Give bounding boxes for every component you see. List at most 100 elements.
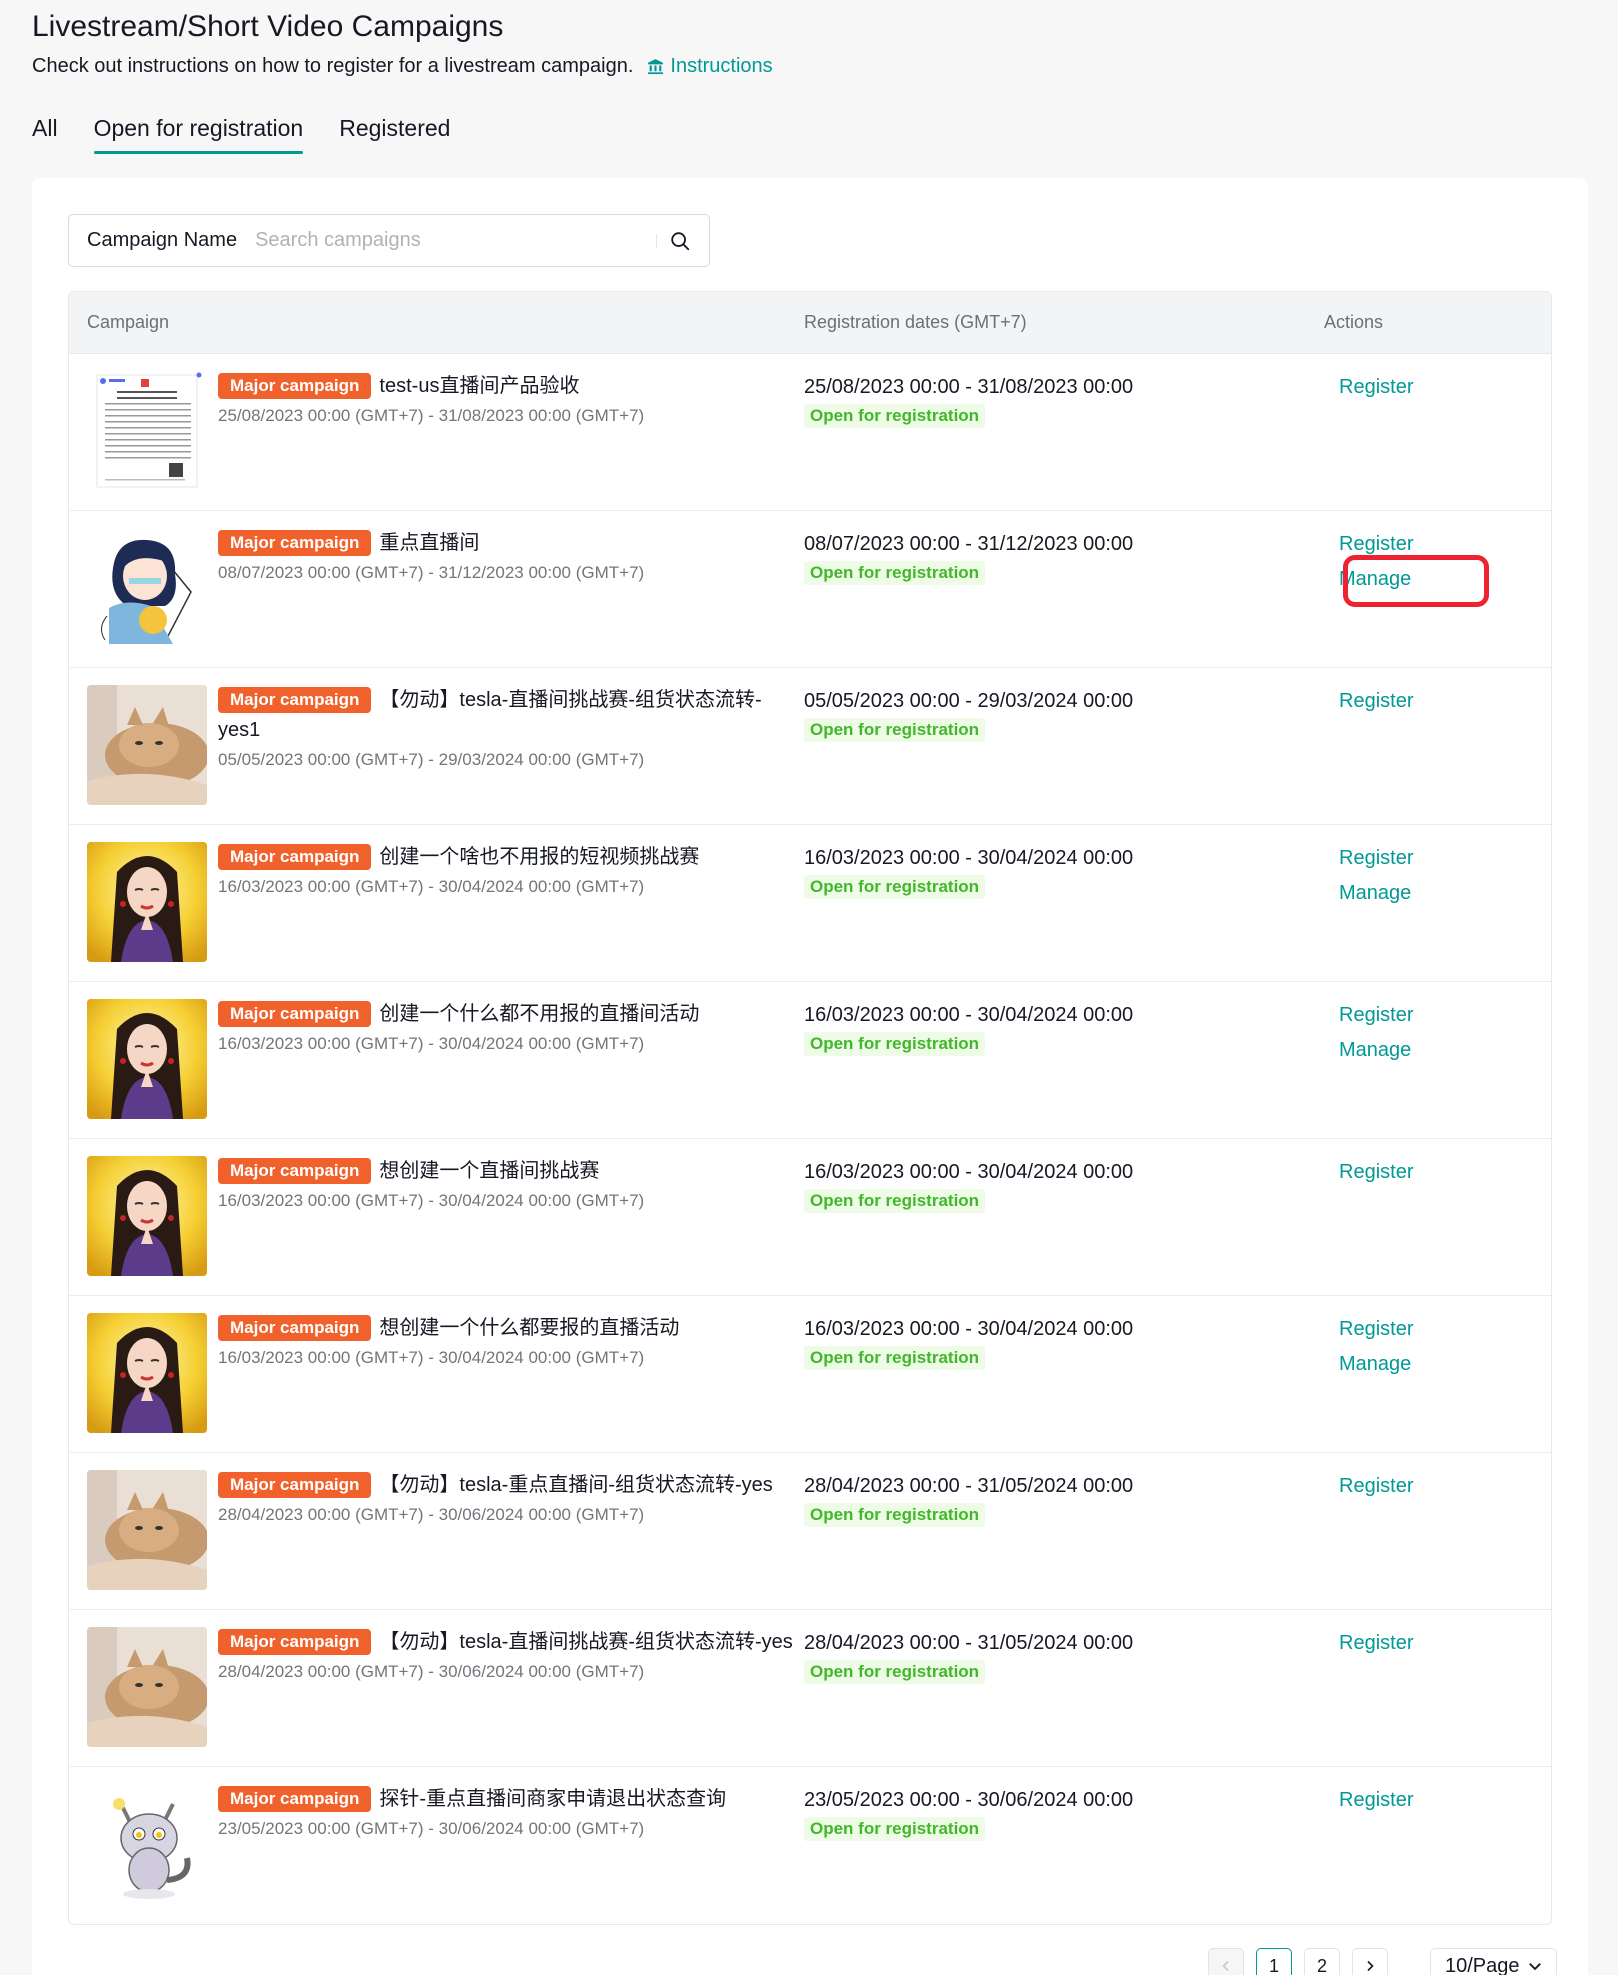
register-button[interactable]: Register	[1339, 1000, 1413, 1030]
status-badge: Open for registration	[804, 1503, 986, 1527]
campaign-title: Major campaign 创建一个什么都不用报的直播间活动	[218, 999, 798, 1029]
register-button[interactable]: Register	[1339, 686, 1413, 716]
major-campaign-badge: Major campaign	[218, 1158, 372, 1184]
status-badge: Open for registration	[804, 1189, 986, 1213]
registration-dates-cell: 28/04/2023 00:00 - 31/05/2024 00:00 Open …	[804, 1453, 1324, 1609]
campaign-cell: Major campaign 想创建一个直播间挑战赛 16/03/2023 00:0…	[69, 1139, 804, 1295]
prev-page-button[interactable]	[1208, 1948, 1244, 1975]
tab-open-for-registration[interactable]: Open for registration	[93, 110, 303, 154]
subtitle-text: Check out instructions on how to registe…	[32, 55, 634, 77]
campaign-name: 创建一个啥也不用报的短视频挑战赛	[379, 846, 700, 868]
instructions-link-label: Instructions	[670, 55, 773, 77]
campaign-info: Major campaign 【勿动】tesla-直播间挑战赛-组货状态流转-ye…	[218, 1627, 798, 1766]
campaign-period: 28/04/2023 00:00 (GMT+7) - 30/06/2024 00…	[218, 1505, 645, 1524]
campaign-info: Major campaign 创建一个什么都不用报的直播间活动 16/03/2023…	[218, 999, 798, 1138]
campaign-info: Major campaign test-us直播间产品验收 25/08/2023 0…	[218, 371, 798, 510]
actions-cell: Register Manage	[1324, 825, 1551, 981]
registration-dates: 23/05/2023 00:00 - 30/06/2024 00:00	[804, 1789, 1134, 1811]
table-body: Major campaign test-us直播间产品验收 25/08/2023 0…	[69, 354, 1551, 1924]
status-badge: Open for registration	[804, 404, 986, 428]
campaign-period: 16/03/2023 00:00 (GMT+7) - 30/04/2024 00…	[218, 877, 645, 896]
campaign-cell: Major campaign 想创建一个什么都要报的直播活动 16/03/2023 …	[69, 1296, 804, 1452]
campaign-name: 探针-重点直播间商家申请退出状态查询	[379, 1788, 727, 1810]
registration-dates-cell: 16/03/2023 00:00 - 30/04/2024 00:00 Open …	[804, 1296, 1324, 1452]
campaign-thumbnail	[87, 371, 207, 491]
header-dates: Registration dates (GMT+7)	[804, 312, 1027, 332]
page-size-select[interactable]: 10/Page	[1430, 1948, 1557, 1975]
campaign-thumbnail	[87, 685, 207, 805]
manage-button[interactable]: Manage	[1339, 1349, 1411, 1379]
registration-dates: 08/07/2023 00:00 - 31/12/2023 00:00	[804, 533, 1134, 555]
campaign-name: 【勿动】tesla-重点直播间-组货状态流转-yes	[379, 1474, 773, 1496]
registration-dates: 28/04/2023 00:00 - 31/05/2024 00:00	[804, 1475, 1134, 1497]
tab-all[interactable]: All	[32, 110, 58, 152]
campaign-title: Major campaign test-us直播间产品验收	[218, 371, 798, 401]
registration-dates: 28/04/2023 00:00 - 31/05/2024 00:00	[804, 1632, 1134, 1654]
search-input[interactable]	[255, 229, 644, 252]
major-campaign-badge: Major campaign	[218, 1629, 372, 1655]
registration-dates: 05/05/2023 00:00 - 29/03/2024 00:00	[804, 690, 1134, 712]
table-row: Major campaign 创建一个什么都不用报的直播间活动 16/03/2023…	[69, 982, 1551, 1139]
campaign-title: Major campaign 想创建一个直播间挑战赛	[218, 1156, 798, 1186]
major-campaign-badge: Major campaign	[218, 1315, 372, 1341]
table-row: Major campaign 创建一个啥也不用报的短视频挑战赛 16/03/2023…	[69, 825, 1551, 982]
actions-cell: Register	[1324, 1453, 1551, 1609]
register-button[interactable]: Register	[1339, 1157, 1413, 1187]
register-button[interactable]: Register	[1339, 1628, 1413, 1658]
campaign-title: Major campaign 【勿动】tesla-直播间挑战赛-组货状态流转-ye…	[218, 685, 798, 745]
campaign-title: Major campaign 重点直播间	[218, 528, 798, 558]
campaign-name: test-us直播间产品验收	[379, 375, 580, 397]
campaign-thumbnail	[87, 842, 207, 962]
table-row: Major campaign 重点直播间 08/07/2023 00:00 (GMT…	[69, 511, 1551, 668]
register-button[interactable]: Register	[1339, 1314, 1413, 1344]
campaign-cell: Major campaign 【勿动】tesla-直播间挑战赛-组货状态流转-ye…	[69, 668, 804, 824]
table-row: Major campaign 想创建一个直播间挑战赛 16/03/2023 00:0…	[69, 1139, 1551, 1296]
registration-dates-cell: 25/08/2023 00:00 - 31/08/2023 00:00 Open …	[804, 354, 1324, 510]
table-row: Major campaign 【勿动】tesla-直播间挑战赛-组货状态流转-ye…	[69, 1610, 1551, 1767]
tab-bar: All Open for registration Registered	[32, 110, 486, 154]
campaign-cell: Major campaign 探针-重点直播间商家申请退出状态查询 23/05/20…	[69, 1767, 804, 1924]
actions-cell: Register	[1324, 354, 1551, 510]
register-button[interactable]: Register	[1339, 1785, 1413, 1815]
major-campaign-badge: Major campaign	[218, 1786, 372, 1812]
major-campaign-badge: Major campaign	[218, 530, 372, 556]
campaign-cell: Major campaign 【勿动】tesla-重点直播间-组货状态流转-yes…	[69, 1453, 804, 1609]
major-campaign-badge: Major campaign	[218, 1001, 372, 1027]
instructions-link[interactable]: Instructions	[647, 52, 773, 80]
header-actions: Actions	[1324, 312, 1384, 332]
registration-dates: 16/03/2023 00:00 - 30/04/2024 00:00	[804, 1318, 1134, 1340]
page-1-button[interactable]: 1	[1256, 1948, 1292, 1975]
manage-button[interactable]: Manage	[1339, 878, 1411, 908]
manage-button[interactable]: Manage	[1339, 1035, 1411, 1065]
registration-dates-cell: 08/07/2023 00:00 - 31/12/2023 00:00 Open …	[804, 511, 1324, 667]
major-campaign-badge: Major campaign	[218, 1472, 372, 1498]
table-row: Major campaign 想创建一个什么都要报的直播活动 16/03/2023 …	[69, 1296, 1551, 1453]
major-campaign-badge: Major campaign	[218, 687, 372, 713]
campaign-cell: Major campaign 重点直播间 08/07/2023 00:00 (GMT…	[69, 511, 804, 667]
campaign-period: 16/03/2023 00:00 (GMT+7) - 30/04/2024 00…	[218, 1191, 645, 1210]
campaign-name: 想创建一个什么都要报的直播活动	[379, 1317, 680, 1339]
manage-button[interactable]: Manage	[1339, 564, 1411, 594]
page-title: Livestream/Short Video Campaigns	[32, 10, 504, 43]
campaign-period: 23/05/2023 00:00 (GMT+7) - 30/06/2024 00…	[218, 1819, 645, 1838]
pagination: 1 2 10/Page	[1208, 1948, 1557, 1975]
page-2-button[interactable]: 2	[1304, 1948, 1340, 1975]
search-icon[interactable]	[669, 230, 691, 252]
register-button[interactable]: Register	[1339, 843, 1413, 873]
next-page-button[interactable]	[1352, 1948, 1388, 1975]
major-campaign-badge: Major campaign	[218, 844, 372, 870]
register-button[interactable]: Register	[1339, 372, 1413, 402]
actions-cell: Register	[1324, 1767, 1551, 1924]
status-badge: Open for registration	[804, 1660, 986, 1684]
campaign-info: Major campaign 想创建一个直播间挑战赛 16/03/2023 00:0…	[218, 1156, 798, 1295]
campaign-info: Major campaign 重点直播间 08/07/2023 00:00 (GMT…	[218, 528, 798, 667]
register-button[interactable]: Register	[1339, 1471, 1413, 1501]
tab-registered[interactable]: Registered	[339, 110, 450, 152]
registration-dates: 16/03/2023 00:00 - 30/04/2024 00:00	[804, 1004, 1134, 1026]
registration-dates: 16/03/2023 00:00 - 30/04/2024 00:00	[804, 1161, 1134, 1183]
register-button[interactable]: Register	[1339, 529, 1413, 559]
chevron-right-icon	[1367, 1960, 1374, 1972]
campaign-thumbnail	[87, 528, 207, 648]
chevron-left-icon	[1222, 1960, 1229, 1972]
actions-cell: Register Manage	[1324, 982, 1551, 1138]
